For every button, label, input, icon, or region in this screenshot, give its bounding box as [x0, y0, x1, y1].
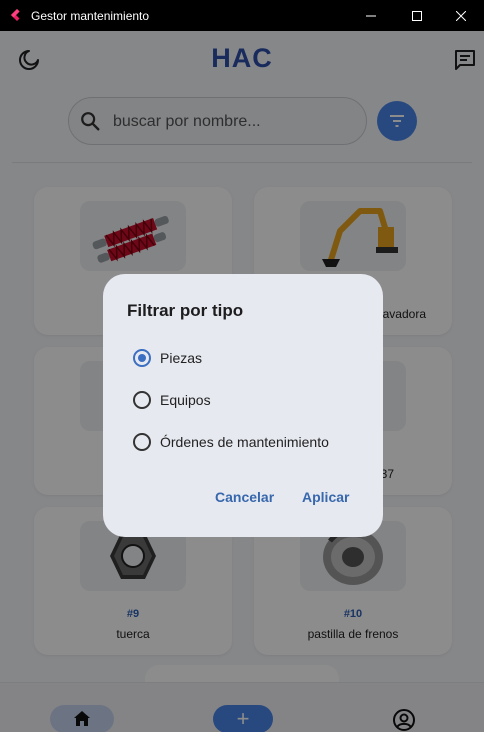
- option-label: Piezas: [160, 350, 203, 366]
- maximize-button[interactable]: [394, 0, 440, 31]
- dialog-title: Filtrar por tipo: [127, 301, 244, 320]
- maximize-icon: [412, 10, 422, 21]
- window-titlebar: Gestor mantenimiento: [0, 0, 484, 31]
- radio-selected-icon[interactable]: [133, 349, 151, 367]
- apply-button[interactable]: Aplicar: [302, 489, 349, 505]
- filter-option-ordenes[interactable]: Órdenes de mantenimiento: [133, 431, 373, 453]
- filter-option-piezas[interactable]: Piezas: [133, 347, 373, 369]
- cancel-button[interactable]: Cancelar: [215, 489, 274, 505]
- app-content: HAC buscar por nombre... avadora 37 #9 t…: [0, 31, 484, 732]
- filter-option-equipos[interactable]: Equipos: [133, 389, 373, 411]
- radio-unselected-icon[interactable]: [133, 391, 151, 409]
- filter-dialog: Filtrar por tipo Piezas Equipos Órdenes …: [103, 274, 383, 537]
- radio-unselected-icon[interactable]: [133, 433, 151, 451]
- close-button[interactable]: [438, 0, 484, 31]
- option-label: Órdenes de mantenimiento: [160, 434, 329, 450]
- minimize-button[interactable]: [348, 0, 394, 31]
- app-logo-icon: [11, 9, 20, 21]
- close-icon: [456, 10, 466, 21]
- window-title: Gestor mantenimiento: [31, 9, 150, 23]
- option-label: Equipos: [160, 392, 211, 408]
- minimize-icon: [366, 15, 376, 16]
